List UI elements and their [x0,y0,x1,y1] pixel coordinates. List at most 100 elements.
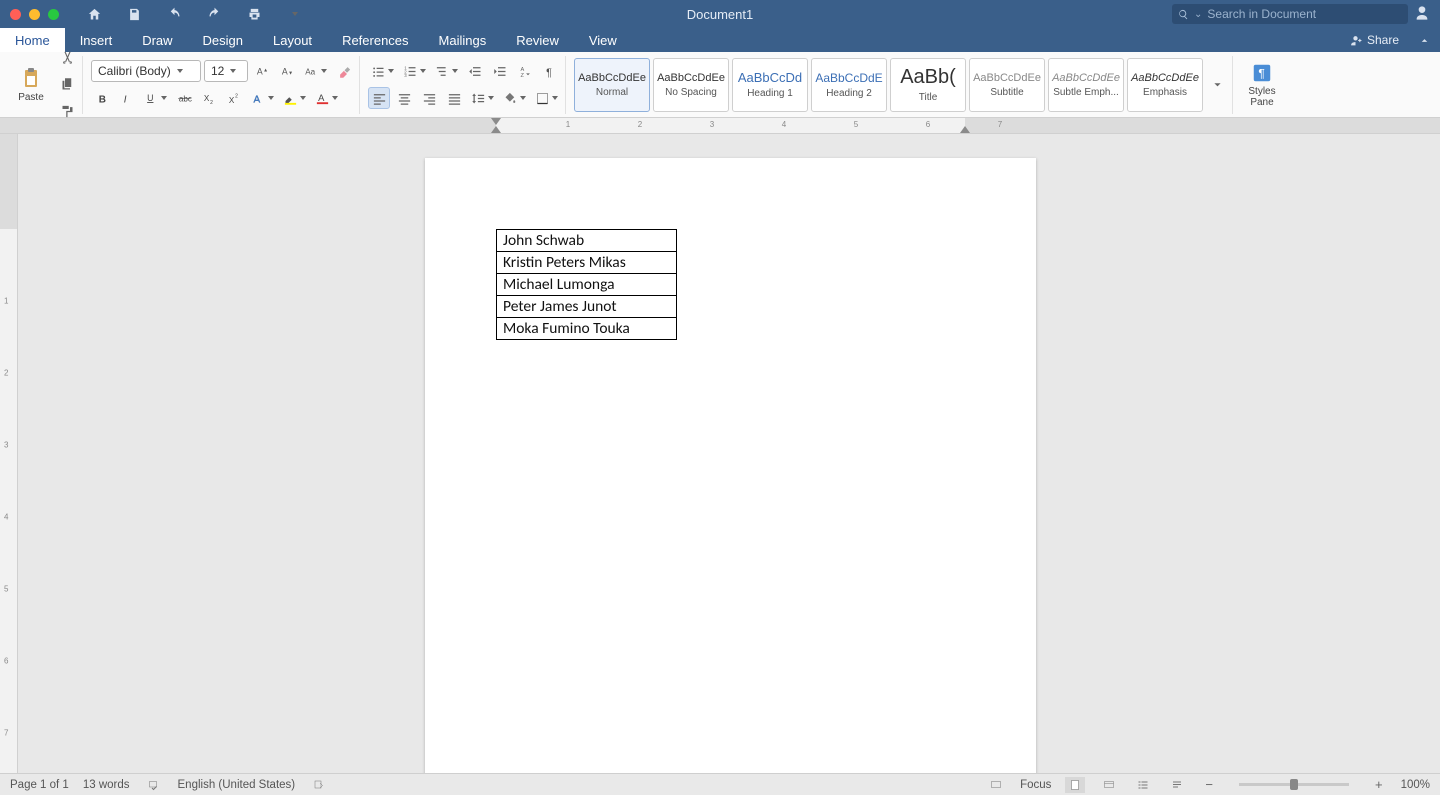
table-cell[interactable]: Peter James Junot [497,296,677,318]
table-row[interactable]: Kristin Peters Mikas [497,252,677,274]
tab-home[interactable]: Home [0,28,65,52]
clear-formatting-icon[interactable] [333,60,355,82]
undo-icon[interactable] [163,3,185,25]
change-case-icon[interactable]: Aa [301,60,330,82]
copy-icon[interactable] [56,74,78,96]
paste-button[interactable]: Paste [10,56,52,114]
table-row[interactable]: Moka Fumino Touka [497,318,677,340]
right-indent-marker[interactable] [960,126,970,133]
minimize-window-button[interactable] [29,9,40,20]
share-button[interactable]: Share [1339,28,1409,52]
strikethrough-button[interactable]: abc [173,87,195,109]
tab-view[interactable]: View [574,28,632,52]
collapse-ribbon-button[interactable] [1409,28,1440,52]
svg-text:B: B [98,94,105,105]
redo-icon[interactable] [203,3,225,25]
decrease-indent-icon[interactable] [464,60,486,82]
font-size-combo[interactable]: 12 [204,60,248,82]
home-icon[interactable] [83,3,105,25]
page[interactable]: John SchwabKristin Peters MikasMichael L… [425,158,1036,773]
shrink-font-icon[interactable]: A▼ [276,60,298,82]
status-page[interactable]: Page 1 of 1 [10,779,69,791]
focus-mode-icon[interactable] [986,777,1006,793]
multilevel-list-icon[interactable] [432,60,461,82]
table-cell[interactable]: Michael Lumonga [497,274,677,296]
outline-view-icon[interactable] [1133,777,1153,793]
style-subtitle[interactable]: AaBbCcDdEeSubtitle [969,58,1045,112]
style-emphasis[interactable]: AaBbCcDdEeEmphasis [1127,58,1203,112]
font-name-combo[interactable]: Calibri (Body) [91,60,201,82]
search-input[interactable] [1207,7,1402,21]
style-normal[interactable]: AaBbCcDdEeNormal [574,58,650,112]
ruler-horizontal[interactable]: 1234567 [0,118,1440,134]
close-window-button[interactable] [10,9,21,20]
increase-indent-icon[interactable] [489,60,511,82]
hanging-indent-marker[interactable] [491,126,501,133]
status-focus[interactable]: Focus [1020,779,1051,791]
numbering-icon[interactable]: 123 [400,60,429,82]
show-marks-icon[interactable]: ¶ [539,60,561,82]
print-icon[interactable] [243,3,265,25]
shading-icon[interactable] [500,87,529,109]
superscript-button[interactable]: X2 [223,87,245,109]
style-heading-1[interactable]: AaBbCcDdHeading 1 [732,58,808,112]
first-line-indent-marker[interactable] [491,118,501,125]
zoom-window-button[interactable] [48,9,59,20]
styles-pane-button[interactable]: ¶ Styles Pane [1241,56,1283,114]
tab-draw[interactable]: Draw [127,28,187,52]
zoom-slider-thumb[interactable] [1290,779,1298,790]
draft-view-icon[interactable] [1167,777,1187,793]
cut-icon[interactable] [56,47,78,69]
tab-design[interactable]: Design [188,28,258,52]
text-effects-icon[interactable]: A [248,87,277,109]
table-row[interactable]: Michael Lumonga [497,274,677,296]
tab-references[interactable]: References [327,28,423,52]
grow-font-icon[interactable]: A▲ [251,60,273,82]
save-icon[interactable] [123,3,145,25]
status-language[interactable]: English (United States) [178,779,296,791]
sort-icon[interactable]: AZ [514,60,536,82]
style-title[interactable]: AaBb(Title [890,58,966,112]
bullets-icon[interactable] [368,60,397,82]
align-center-icon[interactable] [393,87,415,109]
borders-icon[interactable] [532,87,561,109]
table-cell[interactable]: Moka Fumino Touka [497,318,677,340]
tab-layout[interactable]: Layout [258,28,327,52]
customize-qat-icon[interactable] [283,3,305,25]
subscript-button[interactable]: X2 [198,87,220,109]
underline-button[interactable]: U [141,87,170,109]
table-row[interactable]: Peter James Junot [497,296,677,318]
zoom-out-button[interactable]: − [1201,777,1217,792]
document-table[interactable]: John SchwabKristin Peters MikasMichael L… [496,229,677,340]
bold-button[interactable]: B [91,87,113,109]
clipboard-icon [19,66,43,90]
web-layout-view-icon[interactable] [1099,777,1119,793]
table-row[interactable]: John Schwab [497,230,677,252]
style-heading-2[interactable]: AaBbCcDdEHeading 2 [811,58,887,112]
style-subtle-emph-[interactable]: AaBbCcDdEeSubtle Emph... [1048,58,1124,112]
italic-button[interactable]: I [116,87,138,109]
zoom-percent[interactable]: 100% [1401,779,1430,791]
print-layout-view-icon[interactable] [1065,777,1085,793]
tab-mailings[interactable]: Mailings [424,28,502,52]
justify-icon[interactable] [443,87,465,109]
account-icon[interactable] [1414,5,1430,24]
group-styles: AaBbCcDdEeNormalAaBbCcDdEeNo SpacingAaBb… [570,56,1233,114]
line-spacing-icon[interactable] [468,87,497,109]
highlight-icon[interactable] [280,87,309,109]
align-right-icon[interactable] [418,87,440,109]
status-words[interactable]: 13 words [83,779,130,791]
track-changes-icon[interactable] [309,777,329,793]
styles-more-icon[interactable] [1206,74,1228,96]
spellcheck-icon[interactable] [144,777,164,793]
font-color-icon[interactable]: A [312,87,341,109]
table-cell[interactable]: John Schwab [497,230,677,252]
zoom-slider[interactable] [1239,783,1349,786]
zoom-in-button[interactable]: + [1371,777,1387,792]
search-box[interactable]: ⌄ [1172,4,1408,24]
table-cell[interactable]: Kristin Peters Mikas [497,252,677,274]
align-left-icon[interactable] [368,87,390,109]
tab-review[interactable]: Review [501,28,574,52]
ruler-vertical[interactable]: 1234567 [0,134,18,773]
style-no-spacing[interactable]: AaBbCcDdEeNo Spacing [653,58,729,112]
